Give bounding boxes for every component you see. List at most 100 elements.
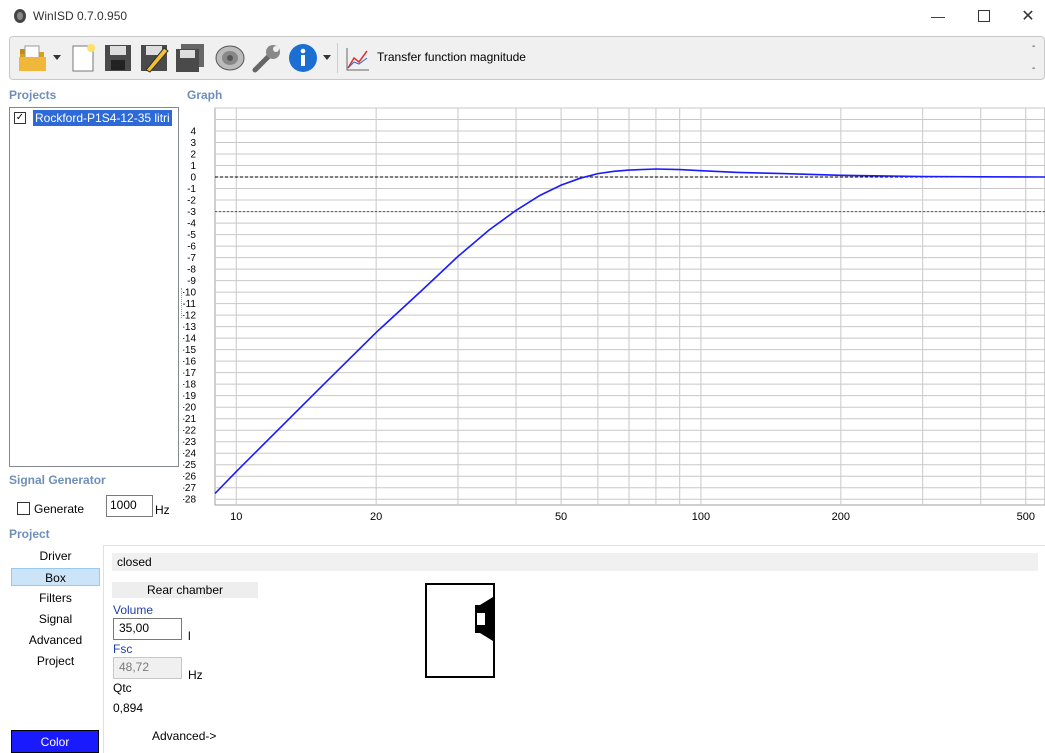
y-tick-label: -7	[187, 253, 196, 264]
fsc-field: 48,72	[113, 657, 182, 679]
rear-chamber-header: Rear chamber	[112, 582, 258, 598]
y-tick-label: 2	[190, 150, 196, 161]
toolbar-separator	[337, 43, 338, 73]
wrench-icon[interactable]	[251, 42, 283, 74]
fsc-unit: Hz	[188, 668, 203, 682]
toolbar-dash-top: -	[1032, 41, 1036, 52]
y-tick-label: -20	[183, 403, 196, 414]
list-item[interactable]: ✓ Rockford-P1S4-12-35 litri	[10, 108, 178, 128]
y-tick-label: -1	[187, 184, 196, 195]
edit-save-icon[interactable]	[138, 42, 170, 74]
nav-item-signal[interactable]: Signal	[11, 610, 100, 628]
plot-area	[214, 107, 1045, 506]
y-tick-label: -8	[187, 265, 196, 276]
x-tick-label: 20	[370, 511, 382, 523]
window-title: WinISD 0.7.0.950	[33, 9, 128, 23]
y-tick-label: -28	[183, 495, 196, 506]
box-diagram	[425, 583, 495, 678]
y-tick-label: -21	[183, 414, 196, 425]
project-heading: Project	[9, 527, 50, 541]
open-folder-icon[interactable]	[17, 42, 49, 74]
nav-item-box[interactable]: Box	[11, 568, 100, 586]
x-tick-label: 10	[230, 511, 242, 523]
y-tick-label: -18	[183, 380, 196, 391]
nav-item-advanced[interactable]: Advanced	[11, 631, 100, 649]
minimize-icon: —	[931, 8, 945, 24]
y-axis-labels: 43210-1-2-3-4-5-6-7-8-9-10-11-12-13-14-1…	[183, 127, 196, 506]
new-document-icon[interactable]	[67, 42, 99, 74]
y-tick-label: -15	[183, 345, 196, 356]
y-tick-label: -22	[183, 426, 196, 437]
y-tick-label: -27	[183, 483, 196, 494]
graph-heading: Graph	[187, 88, 223, 102]
nav-item-driver[interactable]: Driver	[11, 547, 100, 565]
y-tick-label: 3	[190, 138, 196, 149]
nav-item-project[interactable]: Project	[11, 652, 100, 670]
speaker-icon[interactable]	[214, 42, 246, 74]
frequency-input[interactable]: 1000	[106, 495, 153, 517]
graph-icon[interactable]	[345, 46, 371, 72]
qtc-label: Qtc	[113, 681, 132, 695]
y-tick-label: -4	[187, 219, 196, 230]
volume-input[interactable]: 35,00	[113, 618, 182, 640]
y-tick-label: -9	[187, 276, 196, 287]
y-tick-label: -2	[187, 196, 196, 207]
x-tick-label: 200	[832, 511, 850, 523]
x-tick-label: 50	[555, 511, 567, 523]
y-tick-label: -6	[187, 242, 196, 253]
close-button[interactable]: ✕	[1005, 0, 1045, 32]
checkmark-icon: ✓	[15, 112, 25, 123]
toolbar: Transfer function magnitude - -	[9, 36, 1045, 80]
signal-generator-heading: Signal Generator	[9, 473, 106, 487]
y-tick-label: -23	[183, 437, 196, 448]
app-logo-icon	[14, 9, 26, 23]
x-axis-labels: 10 20 50 100 200 500	[230, 511, 1035, 523]
y-tick-label: -26	[183, 472, 196, 483]
y-tick-label: -5	[187, 230, 196, 241]
box-panel	[103, 545, 1045, 753]
y-tick-label: 4	[190, 127, 196, 138]
nav-item-filters[interactable]: Filters	[11, 589, 100, 607]
project-checkbox[interactable]: ✓	[14, 112, 26, 124]
maximize-button[interactable]	[961, 0, 1007, 32]
x-tick-label: 100	[692, 511, 710, 523]
y-tick-label: -25	[183, 460, 196, 471]
chart-grid	[214, 107, 1045, 506]
y-tick-label: -16	[183, 357, 196, 368]
y-tick-label: -14	[183, 334, 196, 345]
save-all-icon[interactable]	[174, 42, 206, 74]
projects-list[interactable]: ✓ Rockford-P1S4-12-35 litri	[9, 107, 179, 467]
y-tick-label: -11	[183, 299, 196, 310]
fsc-label: Fsc	[113, 642, 133, 656]
graph-type-selector[interactable]: Transfer function magnitude	[377, 50, 526, 64]
dropdown-arrow-icon[interactable]	[323, 55, 331, 61]
info-icon[interactable]	[287, 42, 319, 74]
box-type-selector[interactable]: closed	[112, 553, 1038, 571]
color-button[interactable]: Color	[11, 730, 99, 753]
generate-checkbox[interactable]	[17, 502, 30, 515]
transfer-function-chart[interactable]: 43210-1-2-3-4-5-6-7-8-9-10-11-12-13-14-1…	[183, 104, 1045, 524]
toolbar-dash-bottom: -	[1032, 63, 1036, 74]
y-tick-label: -19	[183, 391, 196, 402]
qtc-value: 0,894	[113, 701, 144, 715]
y-tick-label: 0	[190, 173, 196, 184]
close-icon: ✕	[1021, 8, 1035, 25]
y-tick-label: 1	[190, 161, 196, 172]
frequency-unit: Hz	[155, 503, 170, 517]
volume-label: Volume	[113, 603, 154, 617]
y-tick-label: -10	[183, 288, 196, 299]
save-icon[interactable]	[102, 42, 134, 74]
advanced-link[interactable]: Advanced->	[152, 729, 216, 743]
minimize-button[interactable]: —	[915, 0, 961, 32]
volume-unit: l	[188, 629, 191, 643]
y-tick-label: -3	[187, 207, 196, 218]
generate-label: Generate	[34, 502, 85, 516]
y-tick-label: -12	[183, 311, 196, 322]
title-bar	[0, 0, 1045, 32]
y-tick-label: -24	[183, 449, 196, 460]
projects-heading: Projects	[9, 88, 57, 102]
project-item-label[interactable]: Rockford-P1S4-12-35 litri	[33, 110, 172, 126]
maximize-icon	[978, 10, 990, 22]
dropdown-arrow-icon[interactable]	[53, 55, 61, 61]
y-tick-label: -13	[183, 322, 196, 333]
